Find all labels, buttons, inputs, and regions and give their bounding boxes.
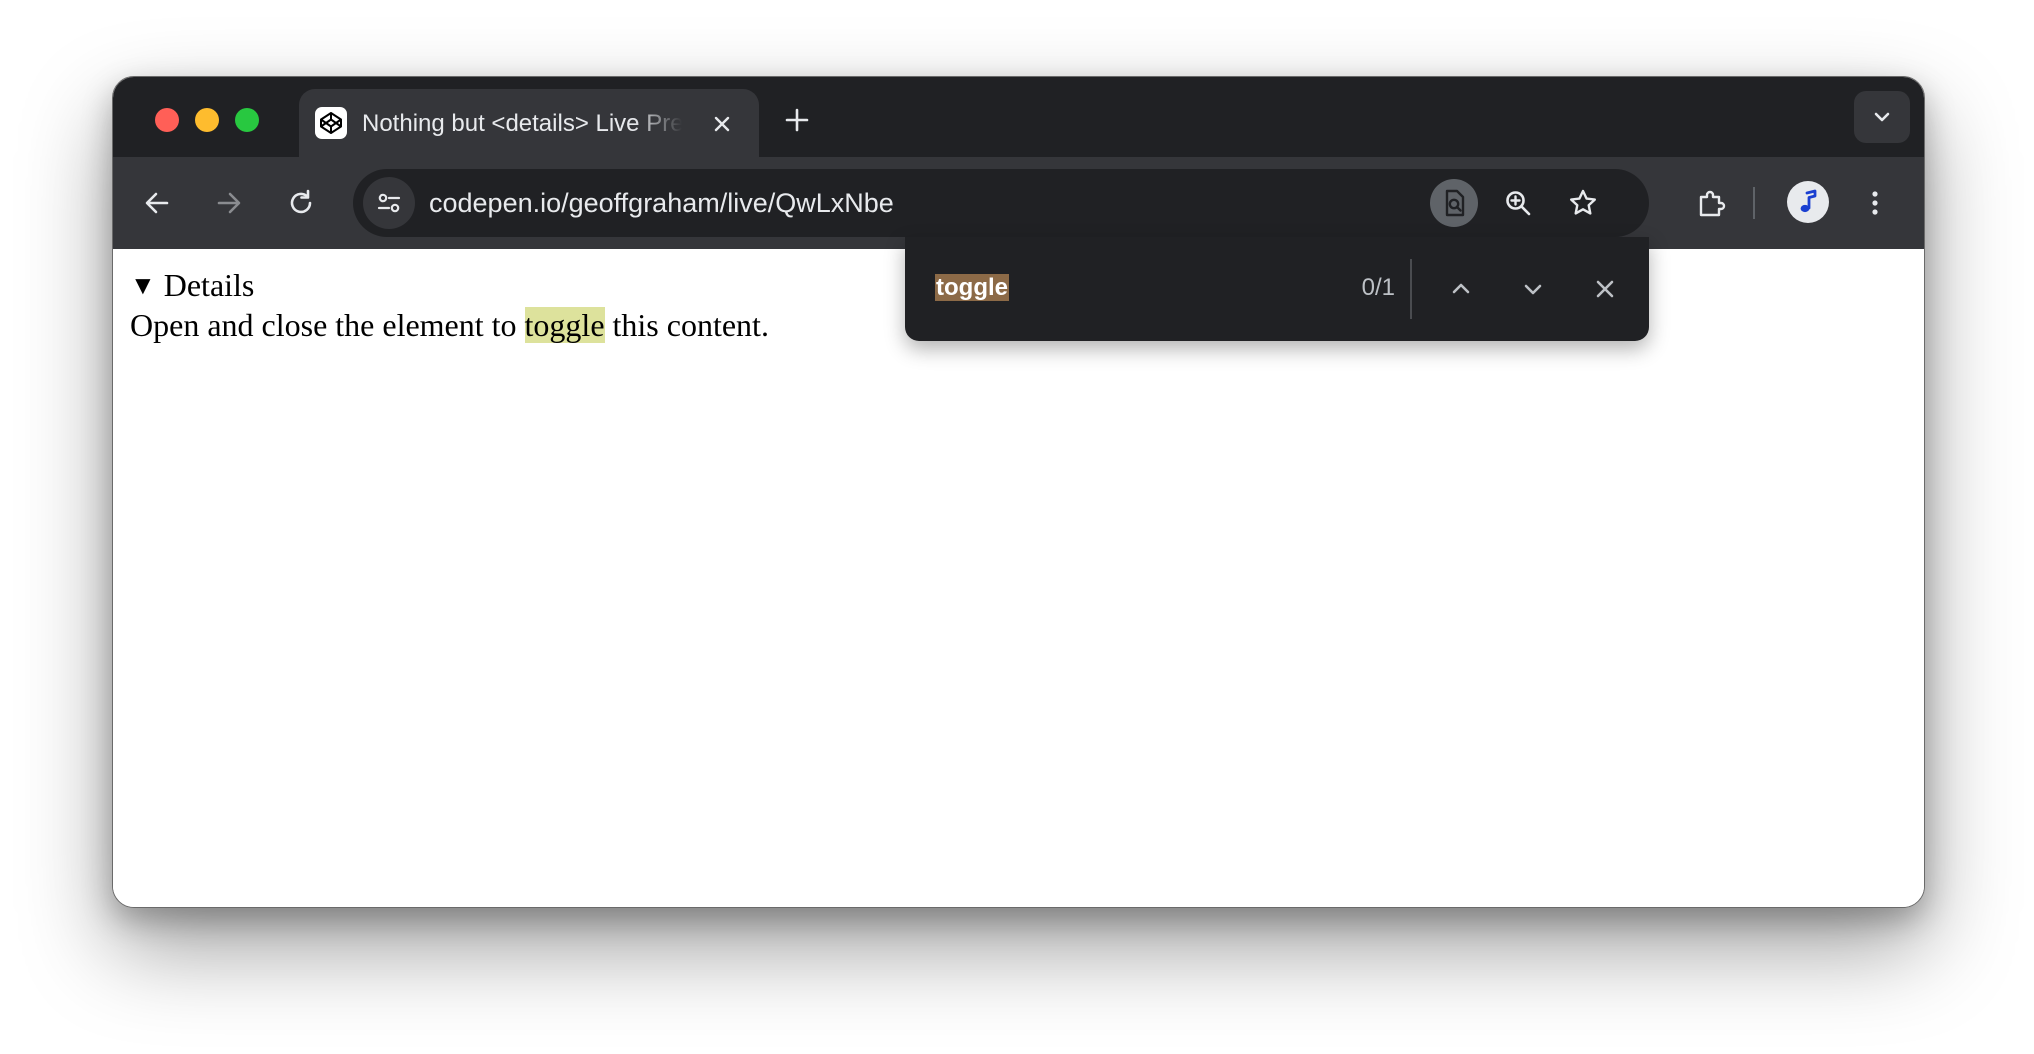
more-vertical-icon[interactable] xyxy=(1851,179,1899,227)
reload-icon[interactable] xyxy=(277,179,325,227)
bookmark-star-icon[interactable] xyxy=(1559,179,1607,227)
find-previous-chevron-up-icon[interactable] xyxy=(1439,267,1483,311)
find-query: toggle xyxy=(935,274,1009,301)
tab-close-icon[interactable] xyxy=(707,109,737,139)
content-text-before: Open and close the element to xyxy=(130,307,525,343)
find-close-icon[interactable] xyxy=(1583,267,1627,311)
window-maximize-button[interactable] xyxy=(235,108,259,132)
tab-title: Nothing but <details> Live Preview xyxy=(362,110,682,137)
browser-window: Nothing but <details> Live Preview xyxy=(112,76,1925,908)
details-summary[interactable]: ▼ Details xyxy=(130,265,254,306)
toolbar-divider xyxy=(1753,187,1755,219)
tab-search-chevron-down-icon[interactable] xyxy=(1854,91,1910,143)
address-bar[interactable]: codepen.io/geoffgraham/live/QwLxNbe xyxy=(353,169,1649,237)
find-in-page-icon[interactable] xyxy=(1430,179,1478,227)
zoom-in-icon[interactable] xyxy=(1494,179,1542,227)
find-next-chevron-down-icon[interactable] xyxy=(1511,267,1555,311)
tab-active[interactable]: Nothing but <details> Live Preview xyxy=(299,89,759,157)
browser-toolbar: codepen.io/geoffgraham/live/QwLxNbe xyxy=(113,157,1924,249)
find-match-highlight: toggle xyxy=(524,307,605,343)
find-bar: toggle 0/1 xyxy=(905,237,1649,341)
url-text[interactable]: codepen.io/geoffgraham/live/QwLxNbe xyxy=(429,185,894,221)
forward-arrow-icon[interactable] xyxy=(205,179,253,227)
new-tab-plus-icon[interactable] xyxy=(779,102,815,138)
find-divider xyxy=(1410,259,1412,319)
extensions-puzzle-icon[interactable] xyxy=(1687,179,1735,227)
page-content: ▼ Details Open and close the element to t… xyxy=(113,249,1924,907)
disclosure-triangle-icon[interactable]: ▼ xyxy=(130,266,156,306)
find-result-count: 0/1 xyxy=(1361,274,1395,301)
window-minimize-button[interactable] xyxy=(195,108,219,132)
content-text-after: this content. xyxy=(604,307,769,343)
window-close-button[interactable] xyxy=(155,108,179,132)
codepen-icon xyxy=(315,107,347,139)
profile-avatar[interactable] xyxy=(1787,181,1829,223)
tab-strip: Nothing but <details> Live Preview xyxy=(113,77,1924,157)
details-content: Open and close the element to toggle thi… xyxy=(130,305,769,345)
back-arrow-icon[interactable] xyxy=(133,179,181,227)
summary-label: Details xyxy=(163,267,255,303)
find-input[interactable]: toggle xyxy=(935,271,1009,305)
site-settings-tune-icon[interactable] xyxy=(363,177,415,229)
